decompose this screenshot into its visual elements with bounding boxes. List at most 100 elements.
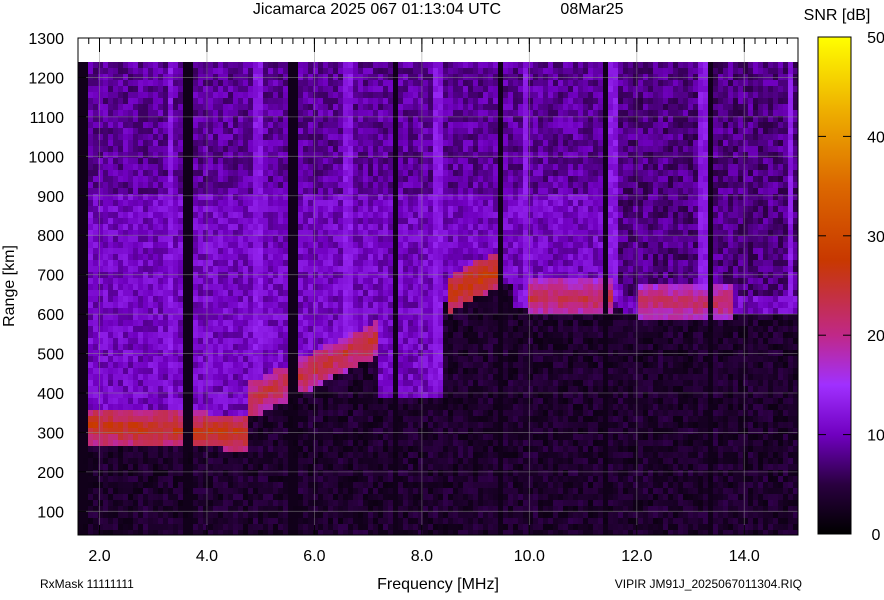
heatmap-cell	[213, 464, 218, 470]
heatmap-cell	[323, 446, 328, 452]
heatmap-cell	[323, 470, 328, 476]
heatmap-cell	[373, 86, 378, 92]
heatmap-cell	[118, 176, 123, 182]
ionogram-svg: 2.0 4.0 6.0 8.0 10.0 12.0 14.0 100200300400500…	[1, 1, 884, 593]
heatmap-cell	[108, 74, 113, 80]
heatmap-cell	[368, 194, 373, 200]
heatmap-cell	[248, 134, 253, 140]
heatmap-cell	[333, 182, 338, 188]
heatmap-cell	[233, 140, 238, 146]
heatmap-cell	[173, 266, 178, 272]
heatmap-cell	[223, 386, 228, 392]
heatmap-cell	[83, 512, 88, 518]
heatmap-cell	[193, 260, 198, 266]
heatmap-cell	[333, 218, 338, 224]
heatmap-cell	[173, 398, 178, 404]
heatmap-cell	[88, 260, 93, 266]
heatmap-cell	[163, 362, 168, 368]
heatmap-cell	[258, 50, 263, 56]
heatmap-cell	[343, 152, 348, 158]
heatmap-cell	[93, 212, 98, 218]
heatmap-cell	[358, 374, 363, 380]
heatmap-cell	[368, 524, 373, 530]
heatmap-cell	[138, 98, 143, 104]
heatmap-cell	[133, 122, 138, 128]
heatmap-cell	[93, 68, 98, 74]
heatmap-cell	[308, 134, 313, 140]
heatmap-cell	[338, 524, 343, 530]
heatmap-cell	[128, 98, 133, 104]
heatmap-cell	[103, 428, 108, 434]
heatmap-cell	[183, 224, 188, 230]
heatmap-cell	[278, 254, 283, 260]
heatmap-cell	[213, 86, 218, 92]
heatmap-cell	[338, 260, 343, 266]
heatmap-cell	[228, 410, 233, 416]
heatmap-cell	[208, 206, 213, 212]
heatmap-cell	[328, 164, 333, 170]
heatmap-cell	[208, 242, 213, 248]
heatmap-cell	[313, 170, 318, 176]
heatmap-cell	[98, 128, 103, 134]
heatmap-cell	[363, 356, 368, 362]
heatmap-cell	[343, 236, 348, 242]
heatmap-cell	[353, 56, 358, 62]
heatmap-cell	[278, 344, 283, 350]
heatmap-cell	[143, 134, 148, 140]
heatmap-cell	[298, 446, 303, 452]
heatmap-cell	[103, 56, 108, 62]
heatmap-cell	[353, 380, 358, 386]
heatmap-cell	[373, 404, 378, 410]
heatmap-cell	[113, 134, 118, 140]
heatmap-cell	[168, 500, 173, 506]
heatmap-cell	[288, 380, 293, 386]
heatmap-cell	[208, 134, 213, 140]
heatmap-cell	[98, 476, 103, 482]
heatmap-cell	[163, 68, 168, 74]
heatmap-cell	[108, 158, 113, 164]
heatmap-cell	[353, 494, 358, 500]
heatmap-cell	[313, 356, 318, 362]
heatmap-cell	[83, 524, 88, 530]
heatmap-cell	[333, 134, 338, 140]
heatmap-cell	[333, 260, 338, 266]
heatmap-cell	[338, 350, 343, 356]
heatmap-cell	[273, 56, 278, 62]
heatmap-cell	[143, 218, 148, 224]
heatmap-cell	[258, 446, 263, 452]
heatmap-cell	[158, 362, 163, 368]
heatmap-cell	[273, 314, 278, 320]
heatmap-cell	[208, 362, 213, 368]
heatmap-cell	[313, 518, 318, 524]
heatmap-cell	[268, 242, 273, 248]
heatmap-cell	[88, 80, 93, 86]
heatmap-cell	[108, 512, 113, 518]
heatmap-cell	[93, 158, 98, 164]
heatmap-cell	[278, 386, 283, 392]
heatmap-cell	[208, 380, 213, 386]
heatmap-cell	[143, 56, 148, 62]
heatmap-cell	[173, 296, 178, 302]
heatmap-cell	[108, 260, 113, 266]
heatmap-cell	[373, 212, 378, 218]
heatmap-cell	[148, 464, 153, 470]
heatmap-cell	[208, 80, 213, 86]
heatmap-cell	[143, 464, 148, 470]
heatmap-cell	[148, 302, 153, 308]
heatmap-cell	[358, 92, 363, 98]
heatmap-cell	[263, 212, 268, 218]
heatmap-cell	[93, 38, 98, 44]
heatmap-cell	[143, 80, 148, 86]
heatmap-cell	[128, 86, 133, 92]
heatmap-cell	[208, 56, 213, 62]
heatmap-cell	[363, 182, 368, 188]
heatmap-cell	[148, 314, 153, 320]
heatmap-cell	[188, 266, 193, 272]
heatmap-cell	[98, 80, 103, 86]
heatmap-cell	[263, 164, 268, 170]
heatmap-cell	[153, 296, 158, 302]
heatmap-cell	[333, 194, 338, 200]
heatmap-cell	[363, 494, 368, 500]
heatmap-cell	[358, 140, 363, 146]
heatmap-cell	[243, 398, 248, 404]
